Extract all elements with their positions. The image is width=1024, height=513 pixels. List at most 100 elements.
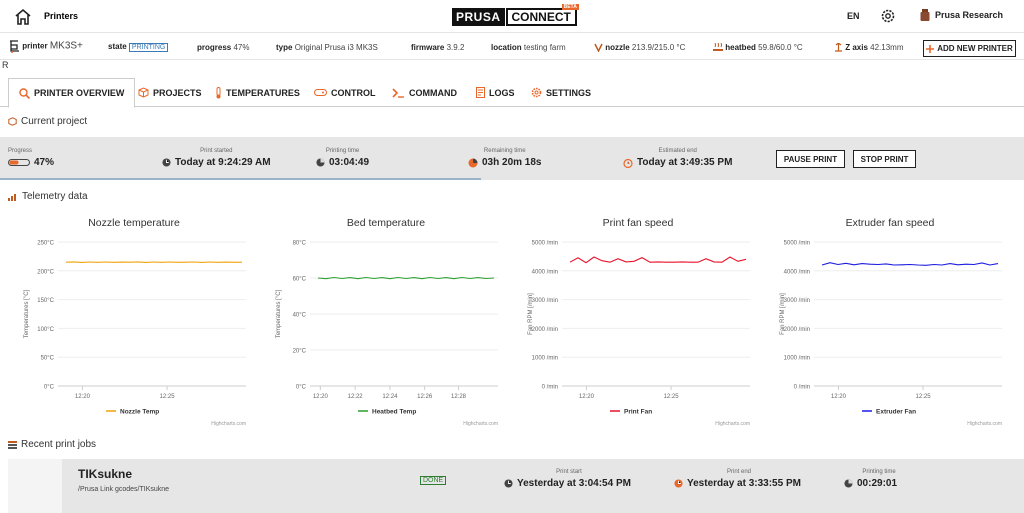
series-line [65,261,243,263]
home-icon[interactable] [13,7,33,27]
terminal-icon [392,87,404,98]
y-tick-label: 2000 /min [532,327,558,333]
credits-text: Highcharts.com [715,421,750,427]
project-progress-line [0,178,481,180]
x-tick-label: 12:28 [451,394,467,400]
document-icon [476,87,485,98]
user-menu[interactable]: Prusa Research [920,9,1003,21]
job-printing-time-cell: Printing time 00:29:01 [844,469,914,489]
y-tick-label: 80°C [293,241,307,247]
nozzle-icon [594,44,603,53]
clock-icon [162,158,171,167]
x-tick-label: 12:25 [664,394,680,400]
y-tick-label: 60°C [293,277,307,283]
bar-chart-icon [8,193,16,201]
tab-command[interactable]: COMMAND [392,78,457,107]
y-tick-label: 1000 /min [532,356,558,362]
chart-title: Print fan speed [603,217,674,229]
stray-text: R [2,60,9,70]
x-tick-label: 12:22 [348,394,364,400]
y-tick-label: 50°C [41,356,55,362]
y-tick-label: 250°C [37,241,54,247]
team-printer-icon [920,9,930,21]
recent-jobs-heading: Recent print jobs [8,439,96,450]
y-tick-label: 0°C [44,385,55,391]
chart-title: Bed temperature [347,217,425,229]
y-tick-label: 100°C [37,327,54,333]
type-field: type Original Prusa i3 MK3S [276,43,378,52]
y-axis-label: Fan RPM [/min] [528,293,534,335]
progress-field: progress 47% [197,43,250,52]
clock-icon [504,479,513,488]
legend-label: Extruder Fan [876,409,916,416]
y-tick-label: 5000 /min [532,241,558,247]
y-tick-label: 0 /min [542,385,558,391]
tab-temperatures[interactable]: TEMPERATURES [215,78,300,107]
job-state-badge: DONE [420,476,447,485]
job-name[interactable]: TIKsukne [78,467,132,481]
plus-icon [926,44,935,53]
credits-text: Highcharts.com [211,421,246,427]
magnifier-icon [19,87,30,99]
box-icon [138,87,149,98]
x-tick-label: 12:24 [382,394,398,400]
y-tick-label: 1000 /min [784,356,810,362]
nav-printers-link[interactable]: Printers [44,11,78,21]
chart-title: Extruder fan speed [846,217,935,229]
nozzle-temperature-chart: Nozzle temperature 0°C 50°C 100°C 150°C 200°C… [14,212,254,432]
language-selector[interactable]: EN [847,11,860,21]
job-path: /Prusa Link gcodes/TIKsukne [78,486,170,493]
x-tick-label: 12:20 [579,394,595,400]
legend-label: Nozzle Temp [120,409,159,416]
gear-icon[interactable] [880,8,896,24]
extruder-fan-speed-chart: Extruder fan speed 0 /min 1000 /min 2000 /m… [770,212,1010,432]
state-field: state PRINTING [108,42,169,52]
alarm-clock-icon [623,158,633,168]
box-icon [8,117,17,126]
bed-temperature-chart: Bed temperature 0°C 20°C 40°C 60°C 80°C 12:20 1… [266,212,506,432]
add-new-printer-button[interactable]: ADD NEW PRINTER [923,40,1016,57]
pie-clock-icon [468,158,478,167]
nozzle-field: nozzle 213.9/215.0 °C [594,43,685,53]
print-fan-speed-chart: Print fan speed 0 /min 1000 /min 2000 /min 3… [518,212,758,432]
current-project-heading: Current project [8,116,87,127]
tab-control[interactable]: CONTROL [314,78,376,107]
telemetry-heading: Telemetry data [8,191,88,202]
prusa-connect-logo[interactable]: PRUSA CONNECT BETA [452,4,579,26]
gamepad-icon [314,89,327,96]
top-navigation-bar: Printers PRUSA CONNECT BETA EN Prusa Res… [0,0,1024,33]
logo-prusa-text: PRUSA [452,8,505,26]
y-tick-label: 2000 /min [784,327,810,333]
y-axis-label: Temperatures [°C] [24,289,30,338]
job-thumbnail [8,459,62,513]
tab-projects[interactable]: PROJECTS [138,78,202,107]
z-axis-field: Z axis 42.13mm [834,43,904,52]
y-axis-label: Temperatures [°C] [276,289,282,338]
tab-printer-overview[interactable]: PRINTER OVERVIEW [8,78,136,108]
x-tick-label: 12:20 [831,394,847,400]
user-name: Prusa Research [935,10,1004,20]
location-field: location testing farm [491,43,566,52]
recent-job-row[interactable]: TIKsukne /Prusa Link gcodes/TIKsukne DON… [8,459,1024,513]
y-tick-label: 200°C [37,269,54,275]
pause-print-button[interactable]: PAUSE PRINT [776,150,845,168]
job-start-cell: Print start Yesterday at 3:04:54 PM [504,469,634,489]
legend-label: Heatbed Temp [372,409,416,416]
printer-icon [10,40,19,53]
x-tick-label: 12:20 [75,394,91,400]
printing-time-cell: Printing time 03:04:49 [316,148,369,168]
tab-logs[interactable]: LOGS [476,78,515,107]
x-tick-label: 12:25 [160,394,176,400]
y-tick-label: 40°C [293,313,307,319]
firmware-field: firmware 3.9.2 [411,43,465,52]
y-axis-label: Fan RPM [/min] [780,293,786,335]
y-tick-label: 0 /min [794,385,810,391]
tab-settings[interactable]: SETTINGS [531,78,591,107]
stop-print-button[interactable]: STOP PRINT [853,150,916,168]
z-axis-icon [835,43,842,52]
printer-info-bar: printer MK3S+ state PRINTING progress 47… [0,34,1024,60]
y-tick-label: 3000 /min [784,298,810,304]
print-started-cell: Print started Today at 9:24:29 AM [162,148,271,168]
logo-beta-badge: BETA [561,4,579,10]
progress-cell: Progress 47% [8,148,55,168]
